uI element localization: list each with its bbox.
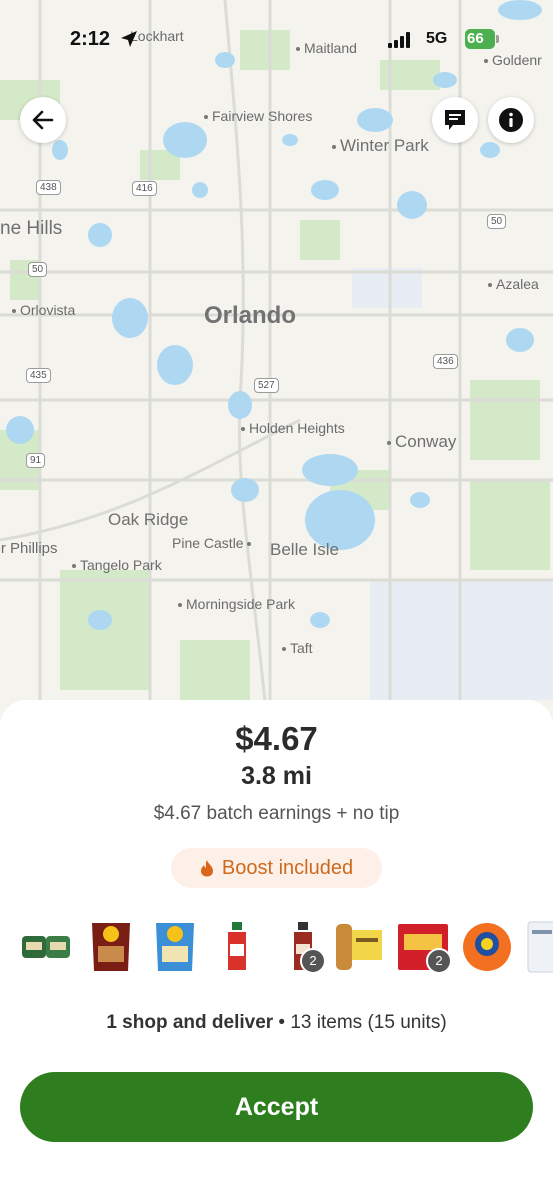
- map-label-holden: Holden Heights: [241, 420, 345, 436]
- detergent-pods-image: [463, 923, 511, 971]
- offer-distance: 3.8 mi: [241, 762, 312, 790]
- item-quantity-badge: 2: [300, 948, 326, 974]
- map-label-morningside-text: Morningside Park: [186, 596, 295, 612]
- chips-bag-red-image: [92, 923, 130, 971]
- map-label-orlovista: Orlovista: [12, 302, 75, 318]
- bread-loaf-image: [336, 924, 382, 970]
- item-thumb-8: [460, 920, 514, 974]
- item-thumb-5: 2: [276, 920, 330, 974]
- battery-level: 66: [467, 30, 484, 47]
- battery-indicator: 66: [465, 29, 495, 49]
- route-shield-435: 435: [26, 368, 51, 383]
- status-time: 2:12: [70, 28, 111, 50]
- status-bar: 2:12 5G 66: [0, 22, 553, 58]
- map-label-taft-text: Taft: [290, 640, 313, 656]
- chat-button[interactable]: [432, 97, 478, 143]
- item-thumbnails[interactable]: 2 2: [0, 920, 553, 980]
- route-shield-50-west: 50: [28, 262, 48, 277]
- batch-summary: 1 shop and deliver • 13 items (15 units): [0, 1012, 553, 1034]
- arrow-left-icon: [32, 110, 54, 130]
- item-thumb-6: [332, 920, 386, 974]
- map-label-fairview-text: Fairview Shores: [212, 108, 313, 124]
- juice-bottle-image: [228, 922, 246, 970]
- batch-summary-items: • 13 items (15 units): [273, 1012, 447, 1033]
- batch-summary-type: 1 shop and deliver: [106, 1012, 274, 1033]
- map-label-fairview: Fairview Shores: [204, 108, 312, 124]
- map-label-conway-text: Conway: [395, 432, 457, 451]
- item-thumb-4: [210, 920, 264, 974]
- cell-signal-icon: [388, 32, 410, 48]
- map-label-pine-castle-text: Pine Castle: [172, 535, 244, 551]
- item-thumb-3: [148, 920, 202, 974]
- map-label-azalea: Azalea: [488, 276, 539, 292]
- item-quantity-badge: 2: [426, 948, 452, 974]
- route-shield-527: 527: [254, 378, 279, 393]
- map-label-conway: Conway: [387, 432, 456, 452]
- map-label-oak-ridge: Oak Ridge: [108, 510, 189, 529]
- map-label-pine-castle: Pine Castle: [172, 535, 255, 551]
- boost-badge: Boost included: [171, 848, 382, 888]
- route-shield-416: 416: [132, 181, 157, 196]
- battery-tip: [496, 35, 499, 43]
- map-label-dr-phillips: Dr Phillips: [0, 540, 58, 557]
- item-thumb-2: [84, 920, 138, 974]
- route-shield-91: 91: [26, 453, 46, 468]
- info-button[interactable]: [488, 97, 534, 143]
- route-shield-50-east: 50: [487, 214, 507, 229]
- map-label-taft: Taft: [282, 640, 313, 656]
- map-label-tangelo: Tangelo Park: [72, 557, 162, 573]
- chips-bag-blue-image: [156, 923, 194, 971]
- map-label-holden-text: Holden Heights: [249, 420, 345, 436]
- batch-offer-sheet: $4.67 3.8 mi $4.67 batch earnings + no t…: [0, 700, 553, 1200]
- flame-icon: [200, 860, 213, 877]
- item-thumb-7: 2: [396, 920, 452, 974]
- accept-button[interactable]: Accept: [20, 1072, 533, 1142]
- map-label-azalea-text: Azalea: [496, 276, 539, 292]
- boost-label: Boost included: [221, 856, 354, 879]
- map-label-tangelo-text: Tangelo Park: [80, 557, 162, 573]
- network-type: 5G: [426, 30, 448, 47]
- map-label-orlovista-text: Orlovista: [20, 302, 76, 318]
- map-label-winter-park-text: Winter Park: [340, 136, 429, 155]
- offer-earnings: $4.67 batch earnings + no tip: [153, 803, 400, 824]
- map-label-orlando: Orlando: [204, 302, 297, 329]
- route-shield-438: 438: [36, 180, 61, 195]
- back-button[interactable]: [20, 97, 66, 143]
- info-icon: [499, 108, 523, 132]
- route-shield-436: 436: [433, 354, 458, 369]
- item-thumb-1: [20, 920, 74, 974]
- map-label-belle-isle: Belle Isle: [270, 540, 339, 559]
- canned-chicken-image: [22, 936, 70, 958]
- location-arrow-icon: [121, 31, 137, 47]
- item-thumb-9: [526, 920, 553, 974]
- map-label-morningside: Morningside Park: [178, 596, 295, 612]
- map-label-winter-park: Winter Park: [332, 136, 429, 156]
- message-icon: [445, 110, 465, 130]
- paper-towel-pack-image: [527, 921, 553, 973]
- map-label-hills: ne Hills: [0, 218, 63, 239]
- offer-price: $4.67: [235, 720, 318, 757]
